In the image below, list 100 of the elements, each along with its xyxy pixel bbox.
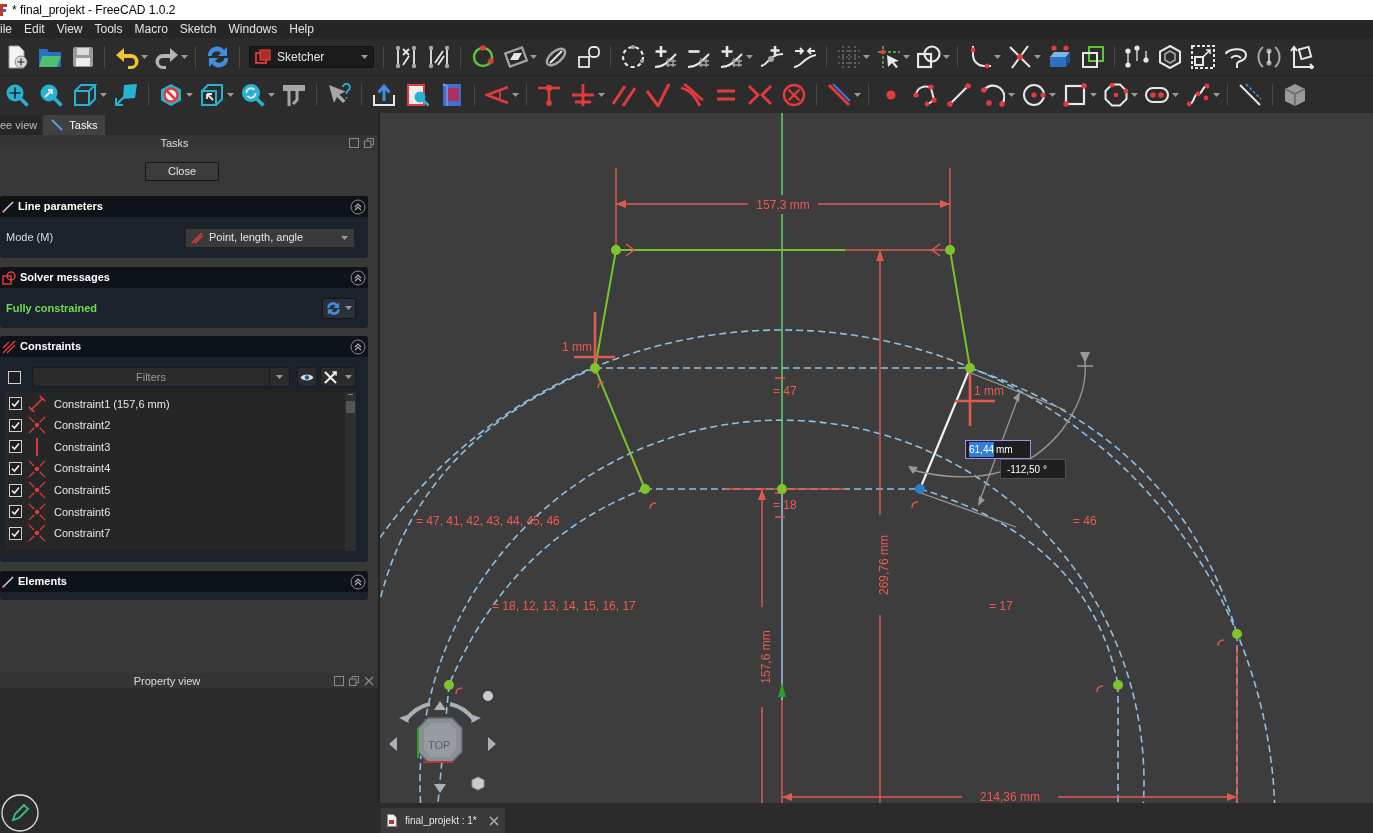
angle-input-field[interactable]: -112,50 ° [1000, 459, 1066, 479]
curve-plus-icon[interactable] [759, 44, 784, 69]
perpendicular-icon[interactable] [571, 82, 595, 107]
crossing-lines-icon[interactable] [1007, 44, 1032, 69]
caret-icon[interactable] [100, 92, 107, 97]
brackets-icon[interactable] [1256, 44, 1281, 69]
caret-icon[interactable] [994, 54, 1001, 59]
dashed-square-icon[interactable] [1190, 44, 1215, 69]
polygon-icon[interactable] [1104, 82, 1128, 107]
box-pointer-icon[interactable] [200, 82, 224, 107]
crossed-lines-icon[interactable] [393, 44, 418, 69]
caret-icon[interactable] [530, 54, 537, 59]
maximize-icon[interactable] [334, 676, 344, 687]
caret-icon[interactable] [341, 235, 348, 240]
checkbox[interactable] [9, 483, 22, 497]
pencil-icon[interactable] [1, 794, 39, 832]
menu-item[interactable]: Edit [18, 20, 51, 38]
tilted-frame-icon[interactable] [503, 44, 528, 69]
caret-icon[interactable] [854, 92, 861, 97]
checkbox[interactable] [9, 462, 22, 476]
upload-icon[interactable] [372, 82, 396, 107]
float-icon[interactable] [364, 138, 374, 149]
length-input-field[interactable]: 61,44 mm [965, 440, 1031, 459]
point-icon[interactable] [886, 89, 896, 100]
constraint-item[interactable]: Constraint1 (157,6 mm) [54, 395, 170, 413]
v-shape-icon[interactable] [646, 82, 670, 107]
plane-arrow-icon[interactable] [114, 82, 138, 107]
constraint-item[interactable]: Constraint7 [54, 525, 111, 542]
caret-icon[interactable] [276, 375, 283, 379]
constraint-item[interactable]: Constraint3 [54, 438, 111, 456]
caret-icon[interactable] [1213, 92, 1220, 97]
menu-item[interactable]: ile [0, 20, 18, 38]
collapse-icon[interactable] [350, 198, 366, 215]
constraint-item[interactable]: Constraint6 [54, 503, 111, 520]
cube-outline-icon[interactable] [73, 82, 97, 107]
panel-tab[interactable]: Tasks [43, 115, 106, 135]
caret-icon[interactable] [361, 54, 368, 59]
constraint-item[interactable]: Constraint2 [54, 417, 111, 434]
close-button[interactable]: Close [145, 162, 219, 181]
diagonal-lines-icon[interactable] [827, 82, 851, 107]
caret-icon[interactable] [598, 92, 605, 97]
close-icon[interactable] [488, 815, 499, 826]
dashed-circle-icon[interactable] [620, 44, 645, 69]
document-tab[interactable]: final_projekt : 1* [381, 808, 505, 833]
line-icon[interactable] [947, 82, 971, 107]
caret-icon[interactable] [943, 54, 950, 59]
filter-dropdown[interactable]: Filters [32, 367, 290, 387]
axes-square-icon[interactable] [1289, 44, 1314, 69]
t-junction-icon[interactable] [537, 82, 561, 107]
menu-item[interactable]: Windows [222, 20, 284, 38]
menu-item[interactable]: Tools [88, 20, 129, 38]
visibility-button[interactable] [297, 367, 317, 387]
constraint-item[interactable]: Constraint5 [54, 481, 111, 499]
caret-icon[interactable] [903, 54, 910, 59]
checkbox[interactable] [9, 505, 22, 519]
ring-icon[interactable] [470, 44, 495, 69]
tangent-icon[interactable] [680, 82, 704, 107]
menu-item[interactable]: Help [283, 20, 320, 38]
caret-icon[interactable] [345, 375, 352, 379]
workbench-dropdown[interactable]: Sketcher [249, 45, 374, 68]
checkbox[interactable] [9, 526, 22, 540]
caret-icon[interactable] [1090, 92, 1097, 97]
collapse-icon[interactable] [350, 269, 366, 286]
block-icon[interactable] [1047, 44, 1072, 69]
curve-arrows-icon[interactable] [792, 44, 817, 69]
refresh-icon[interactable] [205, 44, 230, 69]
tools-button[interactable] [320, 367, 356, 387]
symmetry-icon[interactable] [748, 82, 772, 107]
construction-line-icon[interactable] [1238, 82, 1262, 107]
squares-icon[interactable] [576, 44, 601, 69]
caret-icon[interactable] [181, 54, 188, 59]
no-entry-icon[interactable] [159, 82, 183, 107]
caret-icon[interactable] [1131, 92, 1138, 97]
plus-hash-icon[interactable] [719, 44, 744, 69]
caret-icon[interactable] [512, 92, 519, 97]
panel-tab[interactable]: ee view [0, 115, 42, 135]
circle-x-icon[interactable] [782, 82, 806, 107]
circle-icon[interactable] [1022, 82, 1046, 107]
polyline-icon[interactable] [913, 82, 937, 107]
caret-icon[interactable] [141, 54, 148, 59]
pointer-icon[interactable] [876, 44, 901, 69]
collapse-icon[interactable] [350, 338, 366, 355]
maximize-icon[interactable] [349, 138, 359, 149]
cube-icon[interactable] [1283, 82, 1307, 107]
select-all-checkbox[interactable] [8, 370, 21, 384]
zoom-fit-icon[interactable] [5, 82, 29, 107]
overlap-shapes-icon[interactable] [916, 44, 941, 69]
stacked-squares-icon[interactable] [1080, 44, 1105, 69]
refresh-button[interactable] [322, 297, 356, 319]
caret-icon[interactable] [1034, 54, 1041, 59]
caret-icon[interactable] [863, 54, 870, 59]
caret-icon[interactable] [227, 92, 234, 97]
caret-icon[interactable] [268, 92, 275, 97]
mode-dropdown[interactable]: Point, length, angle [185, 227, 355, 248]
caret-icon[interactable] [1008, 92, 1015, 97]
caret-icon[interactable] [746, 54, 753, 59]
caret-icon[interactable] [1049, 92, 1056, 97]
menu-item[interactable]: Sketch [173, 20, 223, 38]
parallel-lines-icon[interactable] [426, 44, 451, 69]
checkbox[interactable] [9, 397, 22, 411]
